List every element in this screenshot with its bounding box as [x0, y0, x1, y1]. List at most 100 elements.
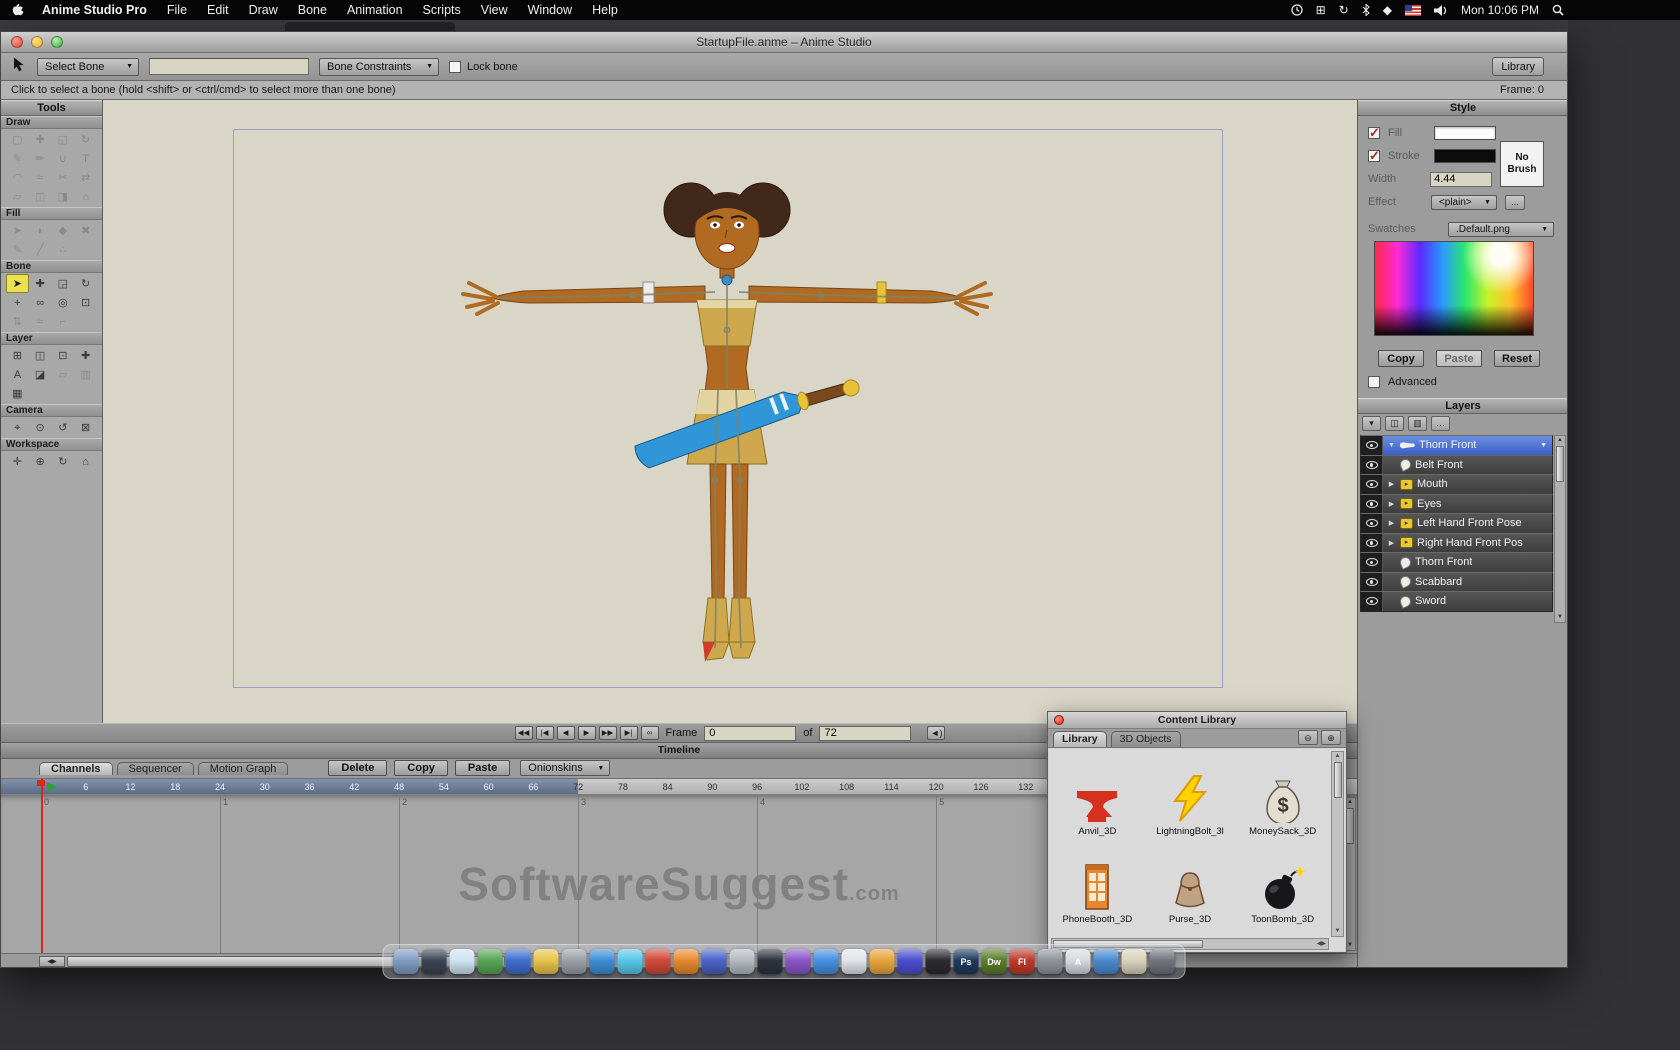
dock-icon-24[interactable] — [1038, 949, 1063, 974]
scroll-down-icon[interactable]: ▼ — [1335, 927, 1341, 936]
dock-icon-2[interactable] — [422, 949, 447, 974]
step-back-button[interactable]: ◀ — [557, 726, 575, 740]
dock-icon-14[interactable] — [758, 949, 783, 974]
layer-row-sword[interactable]: Sword — [1360, 591, 1553, 612]
tab-channels[interactable]: Channels — [39, 762, 113, 775]
pan-tilt-camera-tool[interactable]: ⊠ — [74, 418, 97, 437]
reparent-bone-tool[interactable]: ∞ — [29, 293, 52, 312]
dock-icon-26[interactable] — [1094, 949, 1119, 974]
library-vertical-scrollbar[interactable]: ▲ ▼ — [1331, 751, 1344, 937]
dock-icon-16[interactable] — [814, 949, 839, 974]
bone-name-input[interactable] — [149, 58, 309, 75]
visibility-toggle[interactable] — [1361, 475, 1383, 494]
rotate-workspace-tool[interactable]: ↻ — [52, 452, 75, 471]
draw-shape-tool[interactable]: ◠ — [6, 168, 29, 187]
dock-icon-19[interactable] — [898, 949, 923, 974]
menu-file[interactable]: File — [157, 3, 197, 17]
input-language-flag-icon[interactable] — [1405, 5, 1421, 16]
visibility-toggle[interactable] — [1361, 436, 1383, 455]
delete-button[interactable]: Delete — [328, 760, 387, 776]
library-tab-library[interactable]: Library — [1053, 731, 1107, 747]
dock-icon-8[interactable] — [590, 949, 615, 974]
menu-draw[interactable]: Draw — [239, 3, 288, 17]
menu-animation[interactable]: Animation — [337, 3, 413, 17]
bluetooth-icon[interactable] — [1362, 4, 1370, 16]
dock-icon-5[interactable] — [506, 949, 531, 974]
scale-points-tool[interactable]: ◱ — [52, 130, 75, 149]
paste-style-button[interactable]: Paste — [1436, 350, 1482, 367]
lock-bone-checkbox[interactable] — [449, 61, 461, 73]
app-menu-title[interactable]: Anime Studio Pro — [32, 3, 157, 17]
content-library-titlebar[interactable]: Content Library — [1048, 712, 1346, 729]
paint-bucket-tool[interactable]: ◆ — [52, 221, 75, 240]
scroll-down-icon[interactable]: ▼ — [1557, 613, 1563, 622]
noise-tool[interactable]: ≈ — [29, 168, 52, 187]
layer-options-button[interactable]: … — [1431, 416, 1450, 431]
library-button[interactable]: Library — [1492, 57, 1544, 76]
shear-points-tool[interactable]: ◫ — [29, 187, 52, 206]
reset-style-button[interactable]: Reset — [1494, 350, 1540, 367]
dock-icon-12[interactable] — [702, 949, 727, 974]
layer-row-eyes[interactable]: ▶▸Eyes — [1360, 494, 1553, 515]
scroll-arrows[interactable]: ◀▶ — [39, 956, 65, 967]
layer-row-thorn-front[interactable]: Thorn Front — [1360, 552, 1553, 573]
hide-edge-tool[interactable]: ╱ — [29, 240, 52, 259]
layer-comp-tool[interactable]: ◫ — [29, 346, 52, 365]
bone-dynamics-tool[interactable]: ⌐ — [52, 312, 75, 331]
layer-row-right-hand-front-pos[interactable]: ▶▸Right Hand Front Pos — [1360, 533, 1553, 554]
disclosure-triangle-icon[interactable]: ▼ — [1387, 442, 1396, 449]
create-shape-tool[interactable]: ◗ — [29, 221, 52, 240]
visibility-toggle[interactable] — [1361, 553, 1383, 572]
dock-icon-1[interactable] — [394, 949, 419, 974]
dock-icon-9[interactable] — [618, 949, 643, 974]
perspective-points-tool[interactable]: ▱ — [6, 187, 29, 206]
menu-scripts[interactable]: Scripts — [413, 3, 471, 17]
visibility-toggle[interactable] — [1361, 592, 1383, 611]
translate-bone-tool[interactable]: ✚ — [29, 274, 52, 293]
previous-keyframe-button[interactable]: |◀ — [536, 726, 554, 740]
library-item-phonebooth-3d[interactable]: PhoneBooth_3D — [1051, 839, 1144, 927]
dock-icon-20[interactable] — [926, 949, 951, 974]
dock-icon-18[interactable] — [870, 949, 895, 974]
stroke-width-input[interactable] — [1430, 172, 1492, 187]
dock-icon-17[interactable] — [842, 949, 867, 974]
sync-icon[interactable]: ↻ — [1339, 3, 1349, 17]
duplicate-layer-button[interactable]: ◫ — [1385, 416, 1404, 431]
bone-strength-tool[interactable]: ◎ — [52, 293, 75, 312]
flip-points-tool[interactable]: ⇄ — [74, 168, 97, 187]
visibility-toggle[interactable] — [1361, 534, 1383, 553]
library-item-purse-3d[interactable]: Purse_3D — [1144, 839, 1237, 927]
time-machine-icon[interactable] — [1291, 4, 1303, 16]
scroll-up-icon[interactable]: ▲ — [1347, 798, 1353, 807]
loop-button[interactable]: ∞ — [641, 726, 659, 740]
select-bone-tool[interactable]: ➤ — [6, 274, 29, 293]
dock-icon-4[interactable] — [478, 949, 503, 974]
bind-points-tool[interactable]: ≈ — [29, 312, 52, 331]
disclosure-triangle-icon[interactable]: ▶ — [1387, 480, 1396, 488]
add-layer-tool[interactable]: ✚ — [74, 346, 97, 365]
copy-style-button[interactable]: Copy — [1378, 350, 1424, 367]
next-keyframe-button[interactable]: ▶| — [620, 726, 638, 740]
library-item-moneysack-3d[interactable]: $MoneySack_3D — [1236, 751, 1329, 839]
zoom-in-button[interactable]: ⊕ — [1321, 730, 1341, 745]
paste-button[interactable]: Paste — [455, 760, 510, 776]
library-item-toonbomb-3d[interactable]: ToonBomb_3D — [1236, 839, 1329, 927]
disclosure-triangle-icon[interactable]: ▶ — [1387, 519, 1396, 527]
curvature-tool[interactable]: ∪ — [52, 149, 75, 168]
scale-bone-tool[interactable]: ◲ — [52, 274, 75, 293]
track-camera-tool[interactable]: ⌖ — [6, 418, 29, 437]
layer-row-mouth[interactable]: ▶▸Mouth — [1360, 474, 1553, 495]
translate-points-tool[interactable]: ✚ — [29, 130, 52, 149]
scroll-up-icon[interactable]: ▲ — [1335, 752, 1341, 761]
menu-edit[interactable]: Edit — [197, 3, 239, 17]
menu-window[interactable]: Window — [518, 3, 582, 17]
scatter-brush-tool[interactable]: ∴ — [52, 240, 75, 259]
current-frame-input[interactable] — [704, 726, 796, 741]
roll-camera-tool[interactable]: ↺ — [52, 418, 75, 437]
menu-view[interactable]: View — [471, 3, 518, 17]
fill-color-swatch[interactable] — [1434, 126, 1496, 140]
scroll-down-icon[interactable]: ▼ — [1347, 941, 1353, 950]
disclosure-triangle-icon[interactable]: ▶ — [1387, 500, 1396, 508]
insert-text-tool[interactable]: ⊞ — [6, 346, 29, 365]
zoom-workspace-tool[interactable]: ⊕ — [29, 452, 52, 471]
